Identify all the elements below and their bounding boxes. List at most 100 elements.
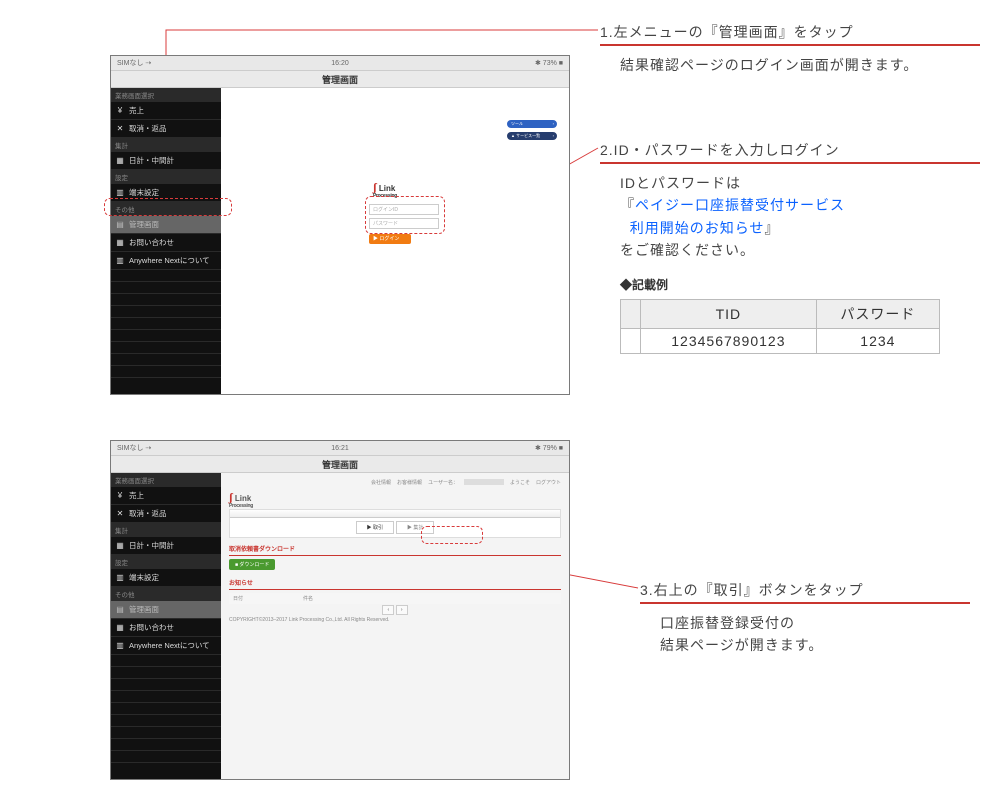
admin-icon: ▤ [115, 220, 125, 230]
sidebar-label: 管理画面 [129, 219, 159, 230]
login-button[interactable]: ▶ ログイン [369, 234, 411, 244]
cancel-icon: ✕ [115, 124, 125, 134]
sidebar-blank [111, 715, 221, 727]
logout-link[interactable]: ログアウト [536, 479, 561, 486]
sidebar-item-tanmatsu[interactable]: ▥ 端末設定 [111, 569, 221, 587]
section-divider [229, 589, 561, 590]
sidebar-blank [111, 703, 221, 715]
sidebar-blank [111, 739, 221, 751]
logo-icon: ʃ [373, 180, 377, 194]
calc-icon: ▦ [115, 623, 125, 633]
bc-username-label: ユーザー名： [428, 479, 458, 486]
sidebar-item-about[interactable]: ▥ Anywhere Nextについて [111, 252, 221, 270]
cancel-icon: ✕ [115, 509, 125, 519]
sidebar-label: 売上 [129, 490, 144, 501]
status-time: 16:20 [331, 60, 349, 67]
sidebar-item-nikkei[interactable]: ▦ 日計・中間計 [111, 537, 221, 555]
status-carrier: SIMなし ⇢ [117, 58, 151, 68]
device-icon: ▥ [115, 573, 125, 583]
screen-title: 管理画面 [111, 455, 569, 473]
next-page-button[interactable]: › [396, 605, 408, 615]
news-section-title: お知らせ [229, 578, 561, 587]
sidebar-label: 管理画面 [129, 604, 159, 615]
sidebar-item-kanri[interactable]: ▤ 管理画面 [111, 601, 221, 619]
sidebar-blank [111, 306, 221, 318]
sidebar-item-toiawase[interactable]: ▦ お問い合わせ [111, 234, 221, 252]
sidebar-label: お問い合わせ [129, 237, 174, 248]
bc-welcome: ようこそ [510, 479, 530, 486]
news-col-subject: 件名 [303, 595, 313, 602]
highlight-tab-row [421, 526, 483, 544]
sidebar-section-shukei: 集計 [111, 523, 221, 537]
sidebar-blank [111, 318, 221, 330]
sidebar-item-torikeshi[interactable]: ✕ 取消・返品 [111, 120, 221, 138]
sidebar-label: Anywhere Nextについて [129, 255, 210, 266]
bc-username-mask [464, 479, 504, 485]
sidebar-blank [111, 294, 221, 306]
download-section-title: 取消依頼書ダウンロード [229, 544, 561, 553]
sidebar-blank [111, 655, 221, 667]
sidebar-blank [111, 679, 221, 691]
highlight-sidebar-kanri [104, 198, 232, 216]
sidebar-blank [111, 751, 221, 763]
sidebar-item-kanri[interactable]: ▤ 管理画面 [111, 216, 221, 234]
sidebar-item-torikeshi[interactable]: ✕ 取消・返品 [111, 505, 221, 523]
sidebar-section-settei: 設定 [111, 555, 221, 569]
calc-icon: ▦ [115, 541, 125, 551]
status-battery: ✱ 79% ■ [535, 444, 563, 452]
sidebar-label: Anywhere Nextについて [129, 640, 210, 651]
calc-icon: ▦ [115, 238, 125, 248]
sidebar-label: 日計・中間計 [129, 540, 174, 551]
status-battery: ✱ 73% ■ [535, 59, 563, 67]
device-icon: ▥ [115, 188, 125, 198]
sidebar-item-uriage[interactable]: ¥ 売上 [111, 102, 221, 120]
prev-page-button[interactable]: ‹ [382, 605, 394, 615]
sidebar-item-nikkei[interactable]: ▦ 日計・中間計 [111, 152, 221, 170]
sidebar-section-gyomu: 業務画面選択 [111, 473, 221, 487]
sidebar-label: 取消・返品 [129, 123, 167, 134]
sidebar-section-gyomu: 業務画面選択 [111, 88, 221, 102]
sidebar-blank [111, 330, 221, 342]
copyright-text: COPYRIGHT©2013–2017 Link Processing Co.,… [229, 617, 561, 623]
status-bar: SIMなし ⇢ 16:21 ✱ 79% ■ [111, 441, 569, 455]
service-list-pill-button[interactable]: ▲ サービス一覧 [507, 132, 557, 140]
sidebar-blank [111, 354, 221, 366]
tab-card: ▶ 取引 ▶ 集計 [229, 509, 561, 538]
calc-icon: ▦ [115, 156, 125, 166]
main-content-login: ツール ▲ サービス一覧 ʃ Link Processing ログインID パス… [221, 88, 569, 394]
sidebar-label: 取消・返品 [129, 508, 167, 519]
news-header-row: 日付 件名 [229, 593, 561, 604]
status-bar: SIMなし ⇢ 16:20 ✱ 73% ■ [111, 56, 569, 70]
bc-customer[interactable]: お客様情報 [397, 479, 422, 486]
tab-torihiki[interactable]: ▶ 取引 [356, 521, 394, 534]
sidebar-blank [111, 727, 221, 739]
download-button[interactable]: ■ ダウンロード [229, 559, 275, 570]
tablet-screenshot-2: SIMなし ⇢ 16:21 ✱ 79% ■ 管理画面 業務画面選択 ¥ 売上 ✕ 取… [110, 440, 570, 780]
sidebar-blank [111, 691, 221, 703]
logo-icon: ʃ [229, 490, 233, 504]
section-divider [229, 555, 561, 556]
status-carrier: SIMなし ⇢ [117, 443, 151, 453]
status-time: 16:21 [331, 445, 349, 452]
sidebar-item-uriage[interactable]: ¥ 売上 [111, 487, 221, 505]
sidebar-item-about[interactable]: ▥Anywhere Nextについて [111, 637, 221, 655]
screen-title: 管理画面 [111, 70, 569, 88]
link-processing-logo: ʃ Link Processing [229, 490, 253, 509]
bc-company[interactable]: 会社情報 [371, 479, 391, 486]
news-col-date: 日付 [233, 595, 283, 602]
info-icon: ▥ [115, 256, 125, 266]
yen-icon: ¥ [115, 491, 125, 501]
sidebar-label: 売上 [129, 105, 144, 116]
card-header [230, 510, 560, 518]
sidebar-label: 端末設定 [129, 572, 159, 583]
sidebar-blank [111, 342, 221, 354]
sidebar-blank [111, 270, 221, 282]
sidebar-section-shukei: 集計 [111, 138, 221, 152]
main-content-dashboard: 会社情報 お客様情報 ユーザー名： ようこそ ログアウト ʃ Link Proc… [221, 473, 569, 779]
tool-pill-button[interactable]: ツール [507, 120, 557, 128]
sidebar-section-settei: 設定 [111, 170, 221, 184]
sidebar-item-toiawase[interactable]: ▦お問い合わせ [111, 619, 221, 637]
sidebar-label: 日計・中間計 [129, 155, 174, 166]
admin-icon: ▤ [115, 605, 125, 615]
sidebar: 業務画面選択 ¥売上 ✕取消・返品 集計 ▦日計・中間計 設定 ▥端末設定 その… [111, 473, 221, 779]
